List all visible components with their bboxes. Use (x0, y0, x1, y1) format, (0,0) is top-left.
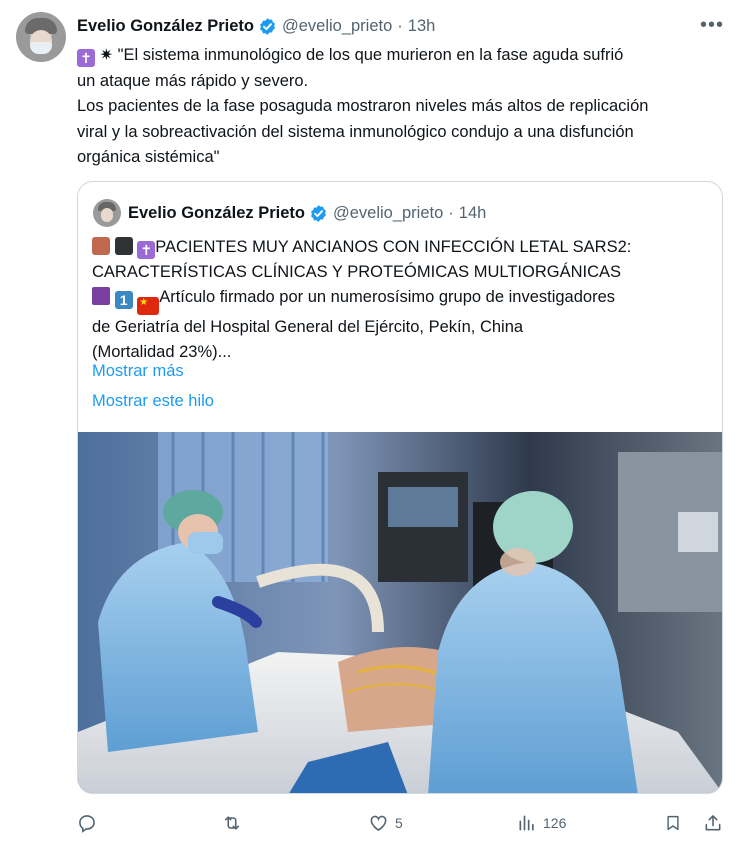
author-avatar[interactable] (16, 12, 66, 62)
separator-dot: · (397, 16, 403, 35)
quoted-text-line: (Mortalidad 23%)... (92, 343, 232, 361)
quoted-text-line: Artículo firmado por un numerosísimo gru… (159, 288, 615, 306)
thread-spool-icon (92, 287, 110, 305)
quoted-author-handle: @evelio_prieto (332, 203, 444, 222)
show-thread-link[interactable]: Mostrar este hilo (92, 392, 214, 411)
hospital-icu-photo[interactable] (78, 432, 723, 794)
black-square-icon (114, 237, 133, 255)
tweet-time[interactable]: 13h (408, 17, 436, 36)
tweet-line-1: ✝ ✷ "El sistema inmunológico de los que … (77, 43, 727, 69)
cross-emoji-icon: ✝ (77, 49, 95, 67)
quoted-line-1: ✝ PACIENTES MUY ANCIANOS CON INFECCIÓN LE… (92, 235, 712, 260)
tweet-text-line: orgánica sistémica" (77, 148, 220, 166)
views-icon (519, 815, 534, 831)
author-handle[interactable]: @evelio_prieto (282, 17, 392, 36)
tweet-text-line: viral y la sobreactivación del sistema i… (77, 122, 634, 141)
action-bar: 5 126 (77, 813, 727, 837)
show-more-link[interactable]: Mostrar más (92, 362, 184, 381)
cross-emoji-icon: ✝ (137, 241, 156, 259)
more-options-icon[interactable]: ••• (700, 14, 724, 37)
like-icon (370, 815, 387, 832)
tweet-text-line: Los pacientes de la fase posaguda mostra… (77, 97, 649, 115)
like-count: 5 (395, 815, 403, 831)
keycap-one-icon: 1 (114, 291, 133, 309)
quoted-text-line: CARACTERÍSTICAS CLÍNICAS Y PROTEÓMICAS M… (92, 263, 622, 281)
share-icon (705, 815, 721, 831)
separator-dot: · (448, 203, 454, 222)
quoted-text-line: PACIENTES MUY ANCIANOS CON INFECCIÓN LET… (155, 238, 632, 256)
verified-badge-icon (311, 204, 326, 222)
quoted-text-line: de Geriatría del Hospital General del Ej… (92, 318, 524, 336)
sparkle-emoji-icon: ✷ (99, 47, 113, 64)
retweet-button[interactable] (221, 813, 249, 833)
author-name[interactable]: Evelio González Prieto (77, 17, 254, 36)
quoted-tweet-text: ✝ PACIENTES MUY ANCIANOS CON INFECCIÓN LE… (92, 235, 712, 365)
share-button[interactable] (703, 813, 723, 833)
views-count: 126 (543, 815, 567, 831)
quoted-line-3: 1 ★ Artículo firmado por un numerosísimo … (92, 285, 712, 315)
quoted-author-name: Evelio González Prieto (128, 203, 305, 222)
quoted-tweet[interactable]: Evelio González Prieto @evelio_prieto · … (77, 181, 723, 794)
verified-badge-icon (260, 17, 275, 35)
quoted-tweet-header: Evelio González Prieto @evelio_prieto · … (128, 202, 486, 224)
tweet-text-line: "El sistema inmunológico de los que muri… (117, 46, 624, 64)
tweet-text: ✝ ✷ "El sistema inmunológico de los que … (77, 43, 727, 171)
reply-icon (79, 815, 95, 833)
tweet-text-line: un ataque más rápido y severo. (77, 71, 309, 90)
tweet: Evelio González Prieto @evelio_prieto · … (0, 0, 754, 852)
tweet-header: Evelio González Prieto @evelio_prieto · … (77, 15, 435, 37)
china-flag-icon: ★ (137, 297, 160, 315)
bookmark-button[interactable] (664, 813, 682, 833)
views-button[interactable]: 126 (517, 813, 566, 833)
reply-button[interactable] (77, 813, 103, 833)
retweet-icon (224, 816, 240, 830)
quoted-tweet-time: 14h (458, 203, 487, 222)
bookmark-icon (667, 815, 679, 831)
brown-square-icon (92, 237, 110, 255)
like-button[interactable]: 5 (368, 813, 403, 833)
quoted-author-avatar (93, 199, 121, 227)
